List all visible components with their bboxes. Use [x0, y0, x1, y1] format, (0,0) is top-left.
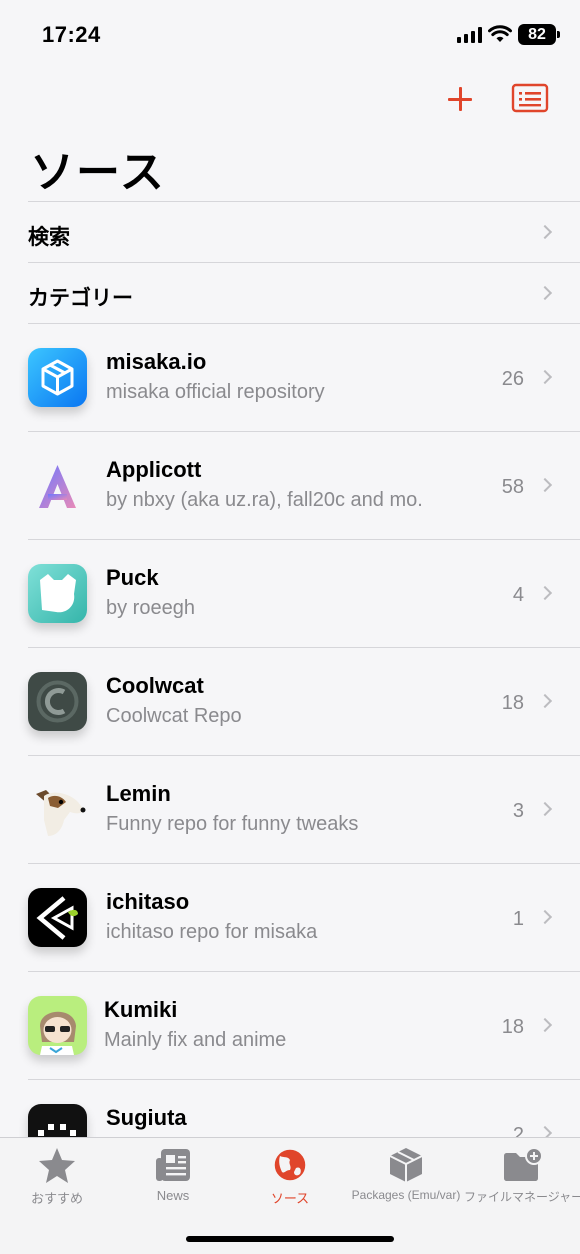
source-description: ichitaso repo for misaka — [106, 921, 318, 943]
search-row[interactable]: 検索 — [28, 201, 580, 262]
puck-logo — [28, 564, 87, 623]
cellular-signal-icon — [457, 27, 482, 43]
tab-label: ソース — [270, 1191, 310, 1206]
source-name: Applicott — [106, 457, 202, 482]
source-row-kumiki[interactable]: Kumiki Mainly fix and anime 18 — [28, 971, 580, 1079]
source-row-lemin[interactable]: Lemin Funny repo for funny tweaks 3 — [28, 755, 580, 863]
anime-avatar — [28, 996, 87, 1055]
source-name: misaka.io — [106, 349, 207, 374]
status-bar: 17:24 82 — [0, 0, 580, 62]
chevron-right-icon — [537, 224, 553, 240]
source-description: misaka official repository — [106, 381, 325, 403]
package-count: 1 — [512, 908, 524, 930]
battery-indicator: 82 — [518, 24, 560, 45]
tab-file-manager[interactable]: ファイルマネージャー — [464, 1146, 580, 1205]
coolwcat-logo — [28, 672, 87, 731]
chevron-right-icon — [537, 801, 553, 817]
chevron-right-icon — [537, 477, 553, 493]
source-name: Puck — [106, 565, 159, 590]
dog-avatar — [28, 780, 87, 839]
tab-label: ファイルマネージャー — [464, 1190, 580, 1204]
tab-label: おすすめ — [30, 1191, 83, 1206]
sources-list: 検索 カテゴリー misaka.io misaka official repos… — [28, 201, 580, 1187]
chevron-right-icon — [537, 285, 553, 301]
source-row-applicott[interactable]: Applicott by nbxy (aka uz.ra), fall20c a… — [28, 431, 580, 539]
source-description: Mainly fix and anime — [104, 1029, 287, 1051]
package-icon — [389, 1148, 423, 1182]
source-description: by roeegh — [106, 597, 195, 619]
package-count: 4 — [512, 584, 524, 606]
source-description: by nbxy (aka uz.ra), fall20c and mo. — [106, 489, 423, 511]
chevron-right-icon — [537, 369, 553, 385]
page-title: ソース — [30, 148, 166, 197]
tab-featured[interactable]: おすすめ — [22, 1146, 92, 1207]
source-description: Coolwcat Repo — [106, 705, 242, 727]
star-icon — [39, 1148, 75, 1183]
source-row-misaka[interactable]: misaka.io misaka official repository 26 — [28, 323, 580, 431]
category-row-label: カテゴリー — [28, 287, 133, 310]
chevron-right-icon — [537, 909, 553, 925]
chevron-right-icon — [537, 1017, 553, 1033]
chevron-right-icon — [537, 585, 553, 601]
source-name: ichitaso — [106, 889, 190, 914]
source-name: Lemin — [106, 781, 171, 806]
source-name: Sugiuta — [106, 1105, 187, 1130]
newspaper-icon — [156, 1149, 190, 1181]
package-count: 58 — [501, 476, 524, 498]
add-source-button[interactable] — [441, 80, 479, 118]
folder-add-icon — [504, 1147, 542, 1181]
source-row-coolwcat[interactable]: Coolwcat Coolwcat Repo 18 — [28, 647, 580, 755]
tab-packages[interactable]: Packages (Emu/var) — [350, 1146, 462, 1202]
package-count: 18 — [501, 692, 524, 714]
applicott-logo — [28, 456, 87, 515]
source-description: Funny repo for funny tweaks — [106, 813, 359, 835]
search-row-label: 検索 — [28, 226, 70, 249]
source-name: Kumiki — [104, 997, 178, 1022]
wifi-icon — [488, 25, 512, 42]
ichitaso-logo — [28, 888, 87, 947]
package-count: 3 — [512, 800, 524, 822]
source-row-ichitaso[interactable]: ichitaso ichitaso repo for misaka 1 — [28, 863, 580, 971]
tab-sources[interactable]: ソース — [254, 1146, 326, 1207]
category-row[interactable]: カテゴリー — [28, 262, 580, 323]
source-row-puck[interactable]: Puck by roeegh 4 — [28, 539, 580, 647]
globe-icon — [273, 1148, 307, 1182]
home-indicator — [186, 1236, 394, 1242]
list-card-icon[interactable] — [511, 83, 549, 113]
tab-news[interactable]: News — [138, 1146, 208, 1203]
tab-label: News — [156, 1188, 190, 1203]
box-icon — [28, 348, 87, 407]
chevron-right-icon — [537, 693, 553, 709]
package-count: 26 — [501, 368, 524, 390]
package-count: 18 — [501, 1016, 524, 1038]
status-time: 17:24 — [42, 22, 101, 47]
tab-label: Packages (Emu/var) — [351, 1188, 461, 1202]
source-name: Coolwcat — [106, 673, 204, 698]
